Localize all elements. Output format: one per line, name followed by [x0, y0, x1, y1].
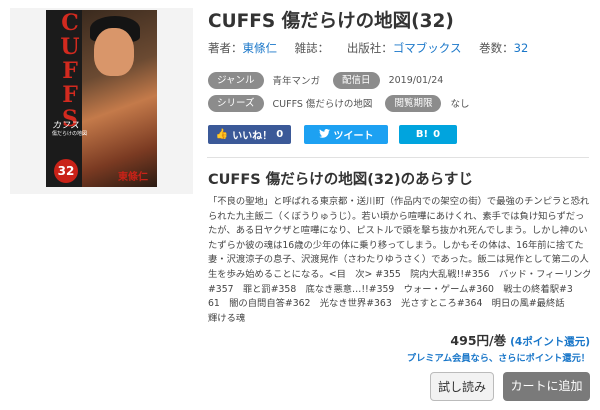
period-label-pill: 閲覧期限	[385, 94, 442, 112]
synopsis-line: #357 罪と罰#358 底なき悪意…!!#359 ウォー・ゲーム#360 戦士…	[208, 283, 573, 295]
price-amount: 495円/巻	[450, 333, 507, 348]
cover-title-logo: CUFFS	[57, 10, 83, 130]
cover-subtitle: 傷だらけの地図	[52, 131, 88, 137]
twitter-bird-icon	[318, 128, 330, 141]
price-points: (4ポイント還元)	[510, 336, 590, 348]
price: 495円/巻 (4ポイント還元)	[450, 330, 590, 349]
synopsis-line: られた九主飯二（くぼうりゅうじ）。若い頃から喧嘩にあけくれ、素手では負け知らずだ…	[208, 210, 585, 222]
genre-value[interactable]: 青年マンガ	[273, 73, 321, 87]
synopsis-text: 「不良の聖地」と呼ばれる東京都・送川町（作品内での架空の街）で最強のチンピラと恐…	[208, 195, 590, 326]
facebook-like-button[interactable]: 👍 いいね！ 0	[208, 125, 291, 144]
synopsis-line: たずらか彼の魂は16歳の少年の体に乗り移ってしまう。しかもその体は、16年前に捨…	[208, 239, 584, 251]
cover-illustration-face	[94, 28, 134, 76]
trial-read-button[interactable]: 試し読み	[430, 372, 494, 401]
tweet-button[interactable]: ツイート	[304, 125, 388, 144]
facebook-like-label: いいね！	[232, 131, 273, 142]
volumes-label: 巻数：	[479, 41, 514, 55]
tag-row-series: シリーズ CUFFS 傷だらけの地図 閲覧期限 なし	[208, 94, 482, 112]
period-value: なし	[450, 99, 470, 110]
synopsis-line: たが、ある日ヤクザと喧嘩になり、ピストルで頭を撃ち抜かれ死んでしまう。しかし神の…	[208, 225, 588, 237]
section-divider	[207, 157, 589, 158]
synopsis-line: 輝ける魂	[208, 312, 246, 324]
hatena-bookmark-button[interactable]: B! 0	[399, 125, 457, 144]
cover-volume-badge: 32	[54, 159, 78, 183]
add-to-cart-button[interactable]: カートに追加	[503, 372, 590, 401]
synopsis-line: 「不良の聖地」と呼ばれる東京都・送川町（作品内での架空の街）で最強のチンピラと恐…	[208, 196, 590, 207]
magazine-label: 雑誌：	[294, 41, 330, 55]
series-value[interactable]: CUFFS 傷だらけの地図	[273, 96, 373, 110]
series-label-pill: シリーズ	[208, 94, 264, 112]
premium-note-link[interactable]: プレミアム会員なら、さらにポイント還元！	[407, 350, 590, 364]
cover-author: 東條仁	[118, 172, 148, 183]
publisher-label: 出版社：	[346, 41, 393, 55]
author-label: 著者：	[208, 41, 243, 55]
hatena-label: B!	[415, 129, 429, 140]
tweet-label: ツイート	[333, 131, 374, 142]
publisher-link[interactable]: ゴマブックス	[393, 40, 462, 56]
thumbs-up-icon: 👍	[215, 129, 229, 140]
synopsis-line: 61 闇の自問自答#362 光なき世界#363 光さすところ#364 明日の風#…	[208, 298, 565, 310]
date-value: 2019/01/24	[388, 74, 444, 86]
author-link[interactable]: 東條仁	[243, 40, 278, 56]
hatena-count: 0	[433, 129, 441, 140]
synopsis-line: 生を歩み始めることになる。<目 次> #355 院内大乱戦!!#356 バッド・…	[208, 268, 590, 280]
volumes-link[interactable]: 32	[514, 41, 529, 55]
cover-image[interactable]: CUFFS カフス 傷だらけの地図 32 東條仁	[46, 10, 157, 187]
synopsis-title: CUFFS 傷だらけの地図(32)のあらすじ	[208, 172, 473, 188]
book-meta: 著者：東條仁 雑誌： 出版社：ゴマブックス 巻数：32	[208, 40, 528, 56]
facebook-like-count: 0	[276, 129, 284, 140]
synopsis-line: 妻・沢渡涼子の息子、沢渡晃作（さわたりゆうさく）であった。飯二は晃作として第二の…	[208, 254, 589, 266]
genre-label-pill: ジャンル	[208, 71, 264, 89]
date-label-pill: 配信日	[333, 71, 380, 89]
page-title: CUFFS 傷だらけの地図(32)	[208, 11, 454, 32]
cover-image-container[interactable]: CUFFS カフス 傷だらけの地図 32 東條仁	[10, 8, 193, 194]
tag-row-genre: ジャンル 青年マンガ 配信日 2019/01/24	[208, 71, 456, 89]
